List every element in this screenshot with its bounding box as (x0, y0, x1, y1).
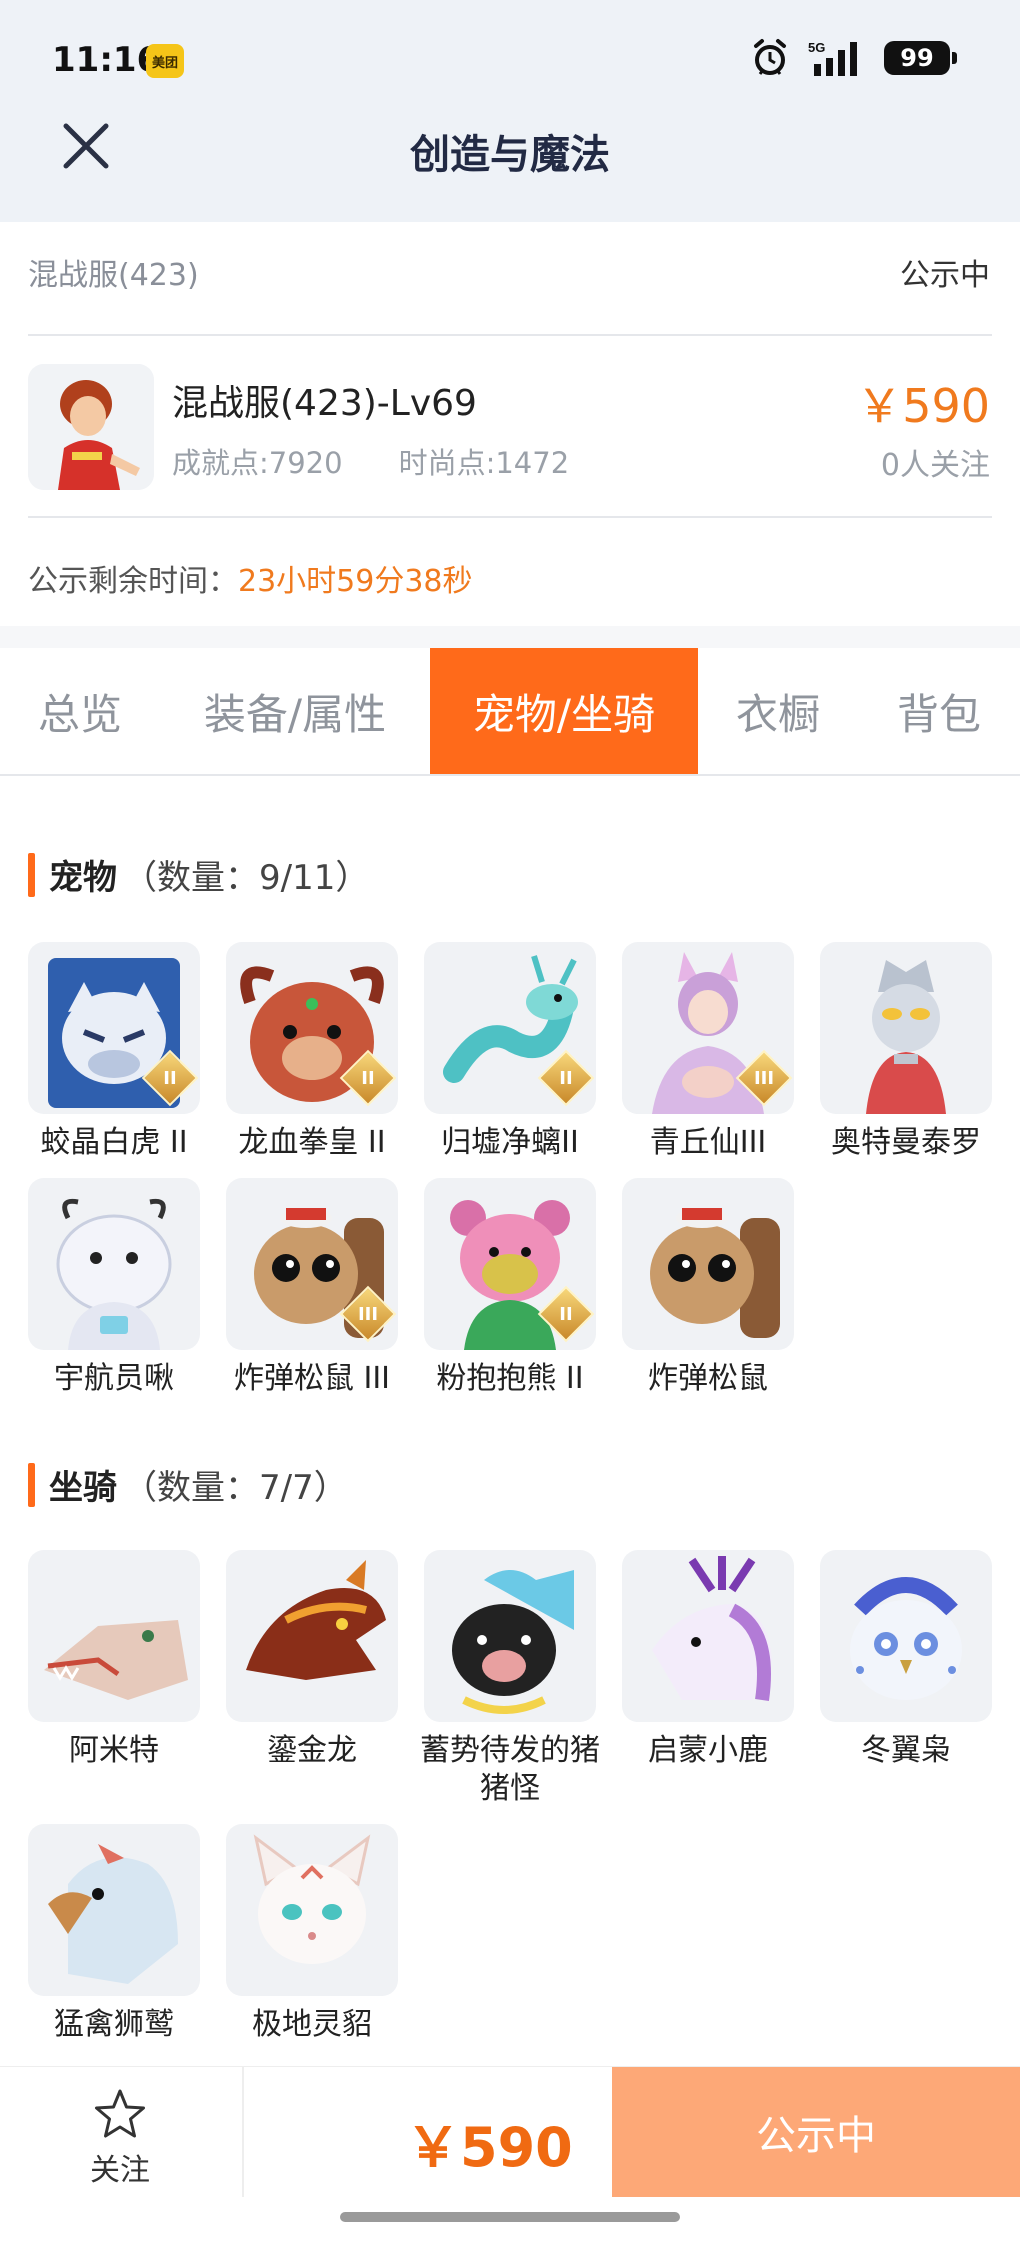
pet-image (622, 1178, 794, 1350)
mount-item[interactable]: 极地灵貂 (226, 1824, 398, 2044)
mount-name: 猛禽狮鹫 (54, 2007, 174, 2042)
pet-name: 蛟晶白虎 II (40, 1125, 188, 1160)
tab-overview[interactable]: 总览 (0, 648, 160, 774)
mount-image (226, 1550, 398, 1722)
listing-status: 公示中 (900, 258, 990, 293)
tab-wardrobe[interactable]: 衣橱 (698, 648, 858, 774)
divider (28, 516, 992, 518)
pet-item[interactable]: III 青丘仙III (622, 942, 794, 1162)
pet-name: 归墟净螭II (441, 1125, 579, 1160)
star-icon (95, 2089, 145, 2138)
pet-image: III (226, 1178, 398, 1350)
pet-image: II (226, 942, 398, 1114)
mounts-count: （数量：7/7） (123, 1468, 348, 1508)
follow-label: 关注 (90, 2153, 150, 2188)
section-gap (0, 626, 1020, 648)
pet-item[interactable]: II 龙血拳皇 II (226, 942, 398, 1162)
mounts-title: 坐骑 (49, 1468, 117, 1508)
mount-image (28, 1550, 200, 1722)
pets-header: 宠物 （数量：9/11） (28, 850, 369, 899)
mount-name: 极地灵貂 (252, 2007, 372, 2042)
mount-name: 阿米特 (69, 1733, 159, 1768)
pet-name: 粉抱抱熊 II (436, 1361, 584, 1396)
pet-image: III (622, 942, 794, 1114)
divider (242, 2067, 244, 2197)
signal-icon: 5G (808, 40, 857, 76)
pet-item[interactable]: II 粉抱抱熊 II (424, 1178, 596, 1398)
section-marker (28, 1462, 35, 1507)
pet-name: 炸弹松鼠 (648, 1361, 768, 1396)
mount-image (28, 1824, 200, 1996)
pet-name: 奥特曼泰罗 (831, 1125, 981, 1160)
pet-item[interactable]: 奥特曼泰罗 (820, 942, 992, 1162)
pet-item[interactable]: II 蛟晶白虎 II (28, 942, 200, 1162)
pet-name: 青丘仙III (649, 1125, 767, 1160)
character-avatar (28, 364, 154, 490)
pet-image: II (424, 1178, 596, 1350)
alarm-icon (754, 39, 786, 75)
pet-image (28, 1178, 200, 1350)
achievement-points: 成就点:7920 (172, 446, 343, 480)
fashion-points: 时尚点:1472 (398, 446, 570, 480)
tab-equipment[interactable]: 装备/属性 (160, 648, 430, 774)
pet-item[interactable]: II 归墟净螭II (424, 942, 596, 1162)
page-title: 创造与魔法 (410, 132, 610, 178)
mount-item[interactable]: 猛禽狮鹫 (28, 1824, 200, 2044)
pet-image: II (28, 942, 200, 1114)
pet-image (820, 942, 992, 1114)
character-name: 混战服(423)-Lv69 (172, 383, 477, 424)
home-indicator (340, 2212, 680, 2222)
server-label: 混战服(423) (28, 258, 199, 293)
mount-image (820, 1550, 992, 1722)
pets-count: （数量：9/11） (123, 858, 370, 898)
mount-item[interactable]: 冬翼枭 (820, 1550, 992, 1770)
mount-item[interactable]: 鎏金龙 (226, 1550, 398, 1770)
follow-button[interactable]: 关注 (60, 2087, 180, 2197)
status-button[interactable]: 公示中 (612, 2067, 1020, 2197)
mount-name: 冬翼枭 (861, 1733, 951, 1768)
mounts-header: 坐骑 （数量：7/7） (28, 1460, 348, 1509)
app-badge: 美团 (146, 44, 184, 78)
mount-image (226, 1824, 398, 1996)
battery-icon: 99 (884, 41, 957, 75)
pet-name: 宇航员啾 (54, 1361, 174, 1396)
status-icons: 5G 99 (752, 38, 957, 78)
pet-item[interactable]: III 炸弹松鼠 III (226, 1178, 398, 1398)
mount-item[interactable]: 阿米特 (28, 1550, 200, 1770)
divider (28, 334, 992, 336)
remaining-time-value: 23小时59分38秒 (238, 564, 473, 599)
remaining-time: 公示剩余时间：23小时59分38秒 (28, 556, 473, 600)
price: ￥590 (856, 379, 990, 433)
character-stats: 成就点:7920 时尚点:1472 (172, 440, 569, 482)
mount-name: 鎏金龙 (267, 1733, 357, 1768)
mount-item[interactable]: 启蒙小鹿 (622, 1550, 794, 1770)
svg-text:5G: 5G (808, 40, 825, 55)
remaining-time-label: 公示剩余时间： (28, 564, 238, 599)
header-area: 11:16 美团 5G 99 创造与魔法 (0, 0, 1020, 222)
status-time: 11:16 (52, 40, 161, 80)
mount-name: 蓄势待发的猪猪怪 (420, 1733, 600, 1806)
pet-item[interactable]: 宇航员啾 (28, 1178, 200, 1398)
bottom-price: ￥590 (406, 2116, 573, 2179)
mount-item[interactable]: 蓄势待发的猪猪怪 (420, 1550, 600, 1808)
pet-item[interactable]: 炸弹松鼠 (622, 1178, 794, 1398)
tab-pets-mounts[interactable]: 宠物/坐骑 (430, 648, 698, 774)
tab-bar: 总览 装备/属性 宠物/坐骑 衣橱 背包 (0, 648, 1020, 776)
mount-image (424, 1550, 596, 1722)
pet-name: 龙血拳皇 II (238, 1125, 386, 1160)
tab-backpack[interactable]: 背包 (858, 648, 1020, 774)
pet-name: 炸弹松鼠 III (233, 1361, 391, 1396)
follower-count: 0人关注 (880, 448, 990, 483)
pets-title: 宠物 (49, 858, 117, 898)
mount-name: 启蒙小鹿 (648, 1733, 768, 1768)
mount-image (622, 1550, 794, 1722)
section-marker (28, 852, 35, 897)
pet-image: II (424, 942, 596, 1114)
